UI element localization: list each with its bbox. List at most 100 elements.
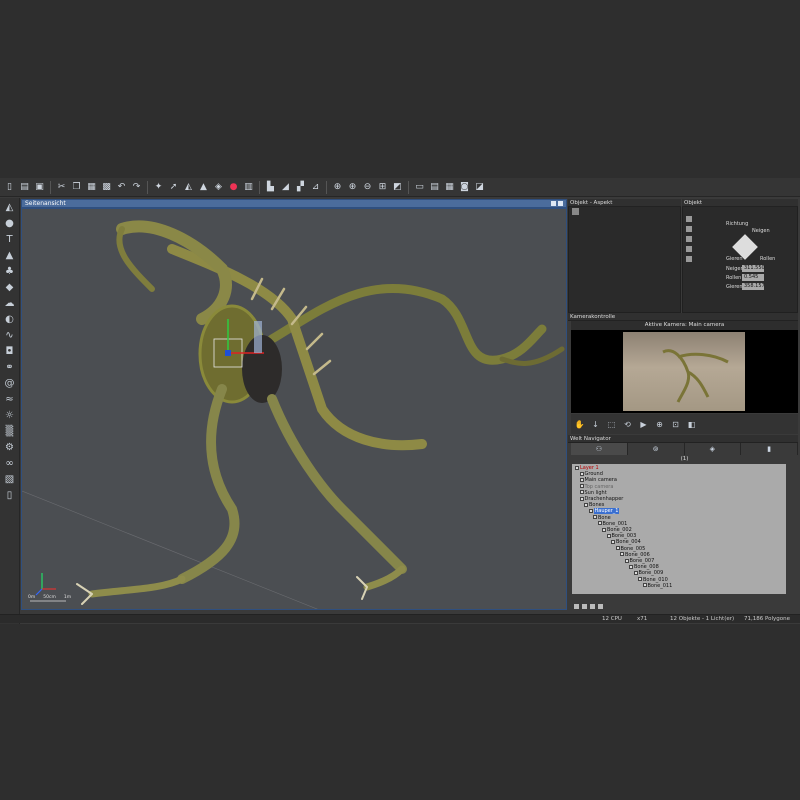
frame-icon[interactable]: ⬚ (606, 419, 617, 430)
object-icon[interactable]: ▲ (197, 181, 210, 194)
zoom-camera-icon[interactable]: ⊕ (654, 419, 665, 430)
tree-row[interactable]: Bone_001 (597, 521, 627, 527)
view-quad-icon[interactable]: ▦ (443, 181, 456, 194)
grid-icon[interactable]: ▞ (294, 181, 307, 194)
measure-icon[interactable]: ⊿ (309, 181, 322, 194)
paste-icon[interactable]: ▦ (85, 181, 98, 194)
copy-icon[interactable]: ❐ (70, 181, 83, 194)
tree-expand-icon[interactable] (633, 570, 638, 575)
terrain-tool-icon[interactable]: ◭ (3, 201, 17, 214)
terrain-icon[interactable]: ◭ (182, 181, 195, 194)
tree-expand-icon[interactable] (615, 546, 620, 551)
align-icon[interactable]: ▙ (264, 181, 277, 194)
duplicate-object-icon[interactable] (582, 603, 587, 609)
tree-expand-icon[interactable] (606, 533, 611, 538)
group-object-icon[interactable] (598, 603, 603, 609)
tree-expand-icon[interactable] (588, 508, 593, 513)
tree-row[interactable]: Bone_006 (620, 552, 650, 558)
link-tool-icon[interactable]: ∞ (3, 457, 17, 470)
roll-field[interactable]: 0.545 (742, 274, 764, 281)
tree-expand-icon[interactable] (629, 564, 633, 569)
pointer-icon[interactable]: ➚ (167, 181, 180, 194)
fog-tool-icon[interactable]: ▒ (3, 425, 17, 438)
dolly-arrow-icon[interactable]: ↓ (590, 419, 601, 430)
curve-tool-icon[interactable]: ∿ (3, 329, 17, 342)
zoom-in-icon[interactable]: ⊕ (346, 181, 359, 194)
tree-row[interactable]: Bone_005 (615, 546, 645, 552)
tree-row[interactable]: Bone_007 (624, 558, 654, 564)
pitch-field[interactable]: 311.550 (742, 265, 765, 272)
tree-expand-icon[interactable] (624, 558, 629, 563)
scene-tree-scrollbar[interactable] (786, 464, 794, 594)
text-tool-icon[interactable]: T (3, 233, 17, 246)
object-tab-icon[interactable] (686, 256, 692, 262)
object-tab-icon[interactable] (686, 226, 692, 232)
3d-viewport[interactable]: 0m 50cm 1m (21, 208, 567, 610)
tree-row[interactable]: Bone_011 (642, 583, 672, 589)
water-tool-icon[interactable]: ≈ (3, 393, 17, 406)
object-tab-icon[interactable] (686, 236, 692, 242)
lock-icon[interactable]: ⊡ (670, 419, 681, 430)
tree-row[interactable]: Bone_003 (606, 533, 636, 539)
tree-row[interactable]: Top camera (579, 484, 613, 490)
aspect-thumbnail-icon[interactable] (572, 208, 579, 215)
tree-row[interactable]: Bone_009 (633, 570, 663, 576)
camera-preview[interactable] (571, 330, 798, 413)
viewport-options-icon[interactable] (551, 201, 556, 206)
delete-icon[interactable]: ▩ (100, 181, 113, 194)
tree-row[interactable]: Bone_004 (611, 539, 641, 545)
tree-row[interactable]: Bone_010 (638, 577, 668, 583)
dragon-model[interactable] (76, 220, 565, 605)
tree-row[interactable]: Ground (579, 471, 603, 477)
tree-row[interactable]: Hauper_1 (588, 508, 620, 515)
cube-tool-icon[interactable]: ◘ (3, 345, 17, 358)
tree-expand-icon[interactable] (638, 577, 642, 582)
materials-icon[interactable]: ◈ (212, 181, 225, 194)
tree-expand-icon[interactable] (620, 552, 624, 557)
gear-tool-icon[interactable]: ⚙ (3, 441, 17, 454)
camera-icon[interactable]: ◙ (458, 181, 471, 194)
tab-materials[interactable]: ⊚ (628, 443, 685, 455)
tab-textures[interactable]: ◈ (685, 443, 742, 455)
yaw-field[interactable]: 358.157 (742, 283, 765, 290)
tree-row[interactable]: Bone_008 (629, 564, 659, 570)
rock-tool-icon[interactable]: ◆ (3, 281, 17, 294)
delete-object-icon[interactable] (574, 603, 579, 609)
tree-row[interactable]: Main camera (579, 477, 617, 483)
view-single-icon[interactable]: ▭ (413, 181, 426, 194)
tree-row[interactable]: Sun light (579, 490, 607, 496)
tree-row[interactable]: Bone_002 (602, 527, 632, 533)
tree-expand-icon[interactable] (611, 539, 615, 544)
orbit-icon[interactable]: ⟲ (622, 419, 633, 430)
cut-icon[interactable]: ✂ (55, 181, 68, 194)
object-tab-icon[interactable] (686, 216, 692, 222)
cloud-tool-icon[interactable]: ☁ (3, 297, 17, 310)
tree-expand-icon[interactable] (579, 490, 584, 495)
play-icon[interactable]: ▶ (638, 419, 649, 430)
tree-expand-icon[interactable] (584, 502, 588, 507)
object-tab-icon[interactable] (686, 246, 692, 252)
tree-row[interactable]: Bones (584, 502, 604, 508)
tree-expand-icon[interactable] (579, 496, 584, 501)
open-folder-icon[interactable]: ▤ (18, 181, 31, 194)
light-tool-icon[interactable]: ☼ (3, 409, 17, 422)
camera-settings-icon[interactable]: ◧ (686, 419, 697, 430)
object-settings-icon[interactable] (590, 603, 595, 609)
chain-tool-icon[interactable]: ⚭ (3, 361, 17, 374)
color-palette-icon[interactable]: ● (227, 181, 240, 194)
layer-tool-icon[interactable]: ▧ (3, 473, 17, 486)
document-tool-icon[interactable]: ▯ (3, 489, 17, 502)
tree-expand-icon[interactable] (597, 521, 602, 526)
perspective-icon[interactable]: ◢ (279, 181, 292, 194)
tree-row[interactable]: Drachenhapper (579, 496, 623, 502)
pan-hand-icon[interactable]: ✋ (574, 419, 585, 430)
tree-expand-icon[interactable] (579, 477, 584, 482)
tree-expand-icon[interactable] (602, 527, 606, 532)
spiral-tool-icon[interactable]: @ (3, 377, 17, 390)
sphere-tool-icon[interactable]: ● (3, 217, 17, 230)
select-icon[interactable]: ✦ (152, 181, 165, 194)
save-icon[interactable]: ▣ (33, 181, 46, 194)
tree-row[interactable]: Layer 1 (575, 465, 599, 471)
layers-icon[interactable]: ▥ (242, 181, 255, 194)
globe-icon[interactable]: ⊕ (331, 181, 344, 194)
